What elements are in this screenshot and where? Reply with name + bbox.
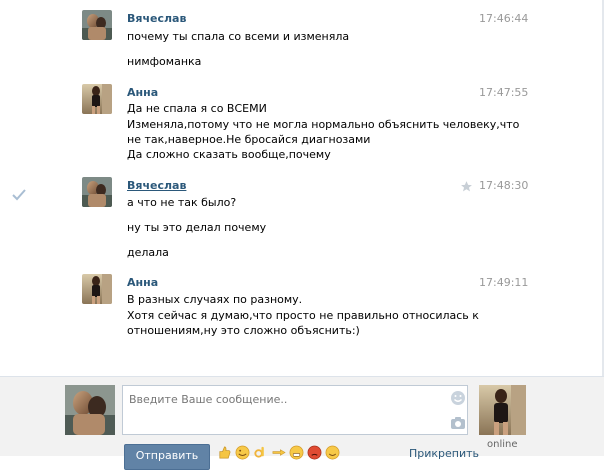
star-icon[interactable] (460, 180, 473, 193)
message-item[interactable]: Вячеслав 17:48:30 а что не так было? ну … (0, 177, 600, 267)
my-avatar[interactable] (65, 385, 115, 435)
grin-emoji-icon[interactable] (289, 445, 304, 460)
message-text: отношениям,ну это сложно объяснить:) (127, 324, 360, 337)
message-text: В разных случаях по разному. (127, 293, 303, 306)
message-text: Да не спала я со ВСЕМИ (127, 102, 267, 115)
author-name[interactable]: Анна (127, 276, 158, 289)
message-input-box[interactable] (122, 385, 468, 435)
avatar[interactable] (82, 84, 112, 114)
avatar[interactable] (82, 10, 112, 40)
message-item[interactable]: Вячеслав 17:46:44 почему ты спала со все… (0, 10, 600, 80)
camera-icon[interactable] (450, 416, 466, 430)
attach-link[interactable]: Прикрепить (409, 447, 479, 460)
message-text: ну ты это делал почему (127, 221, 267, 234)
message-list: Вячеслав 17:46:44 почему ты спала со все… (0, 0, 600, 376)
message-text: а что не так было? (127, 196, 237, 209)
author-name[interactable]: Анна (127, 86, 158, 99)
message-composer: online Отправить Прикрепить (0, 376, 604, 470)
message-text: нимфоманка (127, 55, 202, 68)
online-status: online (487, 439, 518, 450)
peer-avatar[interactable] (479, 385, 526, 435)
author-name[interactable]: Вячеслав (127, 12, 186, 25)
wink-emoji-icon[interactable] (235, 445, 250, 460)
angry-emoji-icon[interactable] (307, 445, 322, 460)
timestamp[interactable]: 17:48:30 (479, 179, 528, 192)
author-name[interactable]: Вячеслав (127, 179, 186, 192)
smile-icon[interactable] (450, 390, 466, 406)
timestamp[interactable]: 17:47:55 (479, 86, 528, 99)
pointing-hand-emoji-icon[interactable] (271, 445, 286, 460)
message-text: почему ты спала со всеми и изменяла (127, 30, 350, 43)
checkmark-icon[interactable] (12, 189, 26, 201)
smile-emoji-icon[interactable] (325, 445, 340, 460)
timestamp[interactable]: 17:46:44 (479, 12, 528, 25)
message-text: Хотя сейчас я думаю,что просто не правил… (127, 309, 479, 322)
thumbs-up-emoji-icon[interactable] (217, 445, 232, 460)
send-button[interactable]: Отправить (124, 444, 210, 470)
timestamp[interactable]: 17:49:11 (479, 276, 528, 289)
avatar[interactable] (82, 177, 112, 207)
message-text: Изменяла,потому что не могла нормально о… (127, 118, 520, 131)
message-text: Да сложно сказать вообще,почему (127, 148, 331, 161)
message-text: делала (127, 246, 169, 259)
message-item[interactable]: Анна 17:47:55 Да не спала я со ВСЕМИ Изм… (0, 84, 600, 174)
avatar[interactable] (82, 274, 112, 304)
message-text: не так,наверное.Не бросайся диагнозами (127, 133, 371, 146)
message-item[interactable]: Анна 17:49:11 В разных случаях по разном… (0, 274, 600, 354)
ok-hand-emoji-icon[interactable] (253, 445, 268, 460)
message-input[interactable] (129, 393, 429, 406)
